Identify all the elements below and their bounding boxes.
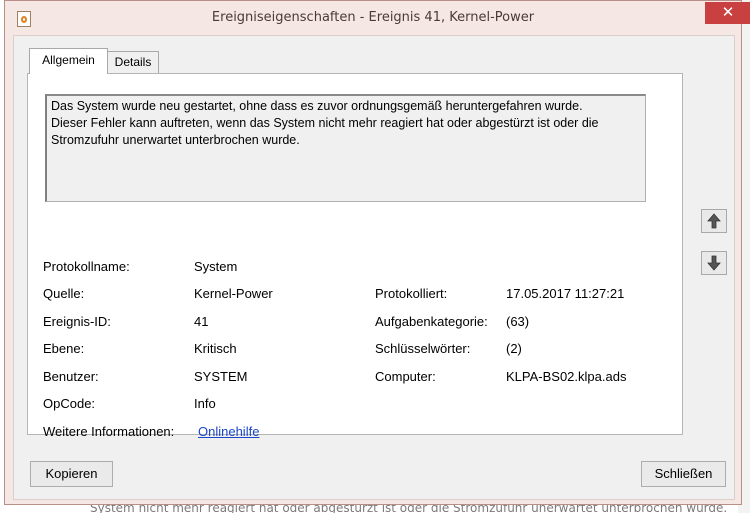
event-description[interactable]: Das System wurde neu gestartet, ohne das… — [45, 94, 646, 202]
previous-event-button[interactable] — [701, 209, 727, 233]
tab-allgemein[interactable]: Allgemein — [29, 48, 108, 74]
label-schluesselwoerter: Schlüsselwörter: — [375, 341, 471, 356]
close-button[interactable]: Schließen — [641, 461, 726, 487]
value-quelle: Kernel-Power — [194, 286, 273, 301]
label-ebene: Ebene: — [43, 341, 85, 356]
value-protokolliert: 17.05.2017 11:27:21 — [506, 286, 625, 301]
label-ereignis-id: Ereignis-ID: — [43, 314, 111, 329]
value-opcode: Info — [194, 396, 216, 411]
label-weitere-informationen: Weitere Informationen: — [43, 424, 175, 439]
value-protokollname: System — [194, 259, 238, 274]
label-aufgabenkategorie: Aufgabenkategorie: — [375, 314, 488, 329]
tab-details[interactable]: Details — [107, 51, 159, 73]
window-title: Ereigniseigenschaften - Ereignis 41, Ker… — [211, 10, 535, 25]
close-window-button[interactable]: ✕ — [705, 2, 750, 24]
value-ebene: Kritisch — [194, 341, 237, 356]
label-protokollname: Protokollname: — [43, 259, 130, 274]
value-computer: KLPA-BS02.klpa.ads — [506, 369, 627, 384]
title-bar[interactable]: Ereigniseigenschaften - Ereignis 41, Ker… — [5, 1, 750, 37]
label-computer: Computer: — [375, 369, 436, 384]
value-aufgabenkategorie: (63) — [506, 314, 530, 329]
label-opcode: OpCode: — [43, 396, 96, 411]
next-event-button[interactable] — [701, 251, 727, 275]
arrow-down-icon — [707, 255, 721, 271]
value-ereignis-id: 41 — [194, 314, 209, 329]
general-tab-panel: Das System wurde neu gestartet, ohne das… — [27, 73, 683, 439]
value-benutzer: SYSTEM — [194, 369, 248, 384]
close-icon: ✕ — [721, 3, 735, 21]
copy-button[interactable]: Kopieren — [30, 461, 113, 487]
label-benutzer: Benutzer: — [43, 369, 99, 384]
arrow-up-icon — [707, 213, 721, 229]
dialog-body: Allgemein Details Das System wurde neu g… — [13, 35, 735, 500]
value-schluesselwoerter: (2) — [506, 341, 522, 356]
label-quelle: Quelle: — [43, 286, 85, 301]
event-properties-window: Ereigniseigenschaften - Ereignis 41, Ker… — [4, 0, 750, 505]
label-protokolliert: Protokolliert: — [375, 286, 448, 301]
onlinehilfe-link[interactable]: Onlinehilfe — [198, 424, 259, 439]
